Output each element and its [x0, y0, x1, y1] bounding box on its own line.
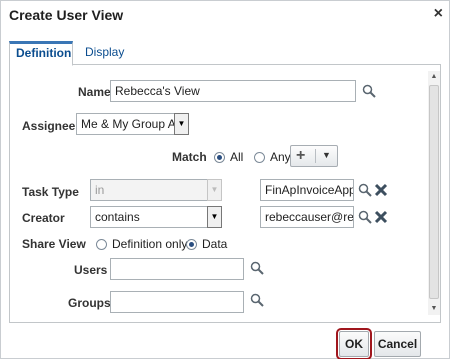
creator-operator-select[interactable]: contains: [90, 206, 218, 228]
definition-only-label: Definition only: [112, 237, 188, 251]
name-input[interactable]: Rebecca's View: [110, 80, 356, 102]
assignee-select[interactable]: Me & My Group All: [76, 113, 176, 135]
tab-definition[interactable]: Definition: [9, 41, 73, 66]
task-type-operator: in: [90, 179, 218, 201]
scroll-up-icon[interactable]: ▲: [428, 71, 440, 83]
chevron-down-icon[interactable]: ▼: [174, 113, 189, 135]
ok-button[interactable]: OK: [336, 328, 372, 359]
match-label: Match: [172, 150, 207, 164]
dialog-title: Create User View: [9, 7, 124, 23]
match-any-label: Any: [270, 150, 291, 164]
groups-label: Groups: [68, 296, 111, 310]
data-radio[interactable]: [186, 239, 197, 250]
search-icon[interactable]: [362, 84, 376, 98]
cancel-button[interactable]: Cancel: [374, 331, 421, 357]
share-view-label: Share View: [22, 237, 86, 251]
chevron-down-icon: ▼: [207, 179, 222, 201]
task-type-label: Task Type: [22, 185, 79, 199]
match-all-radio[interactable]: [214, 152, 225, 163]
search-icon[interactable]: [358, 183, 372, 197]
tab-bar: Definition Display: [9, 41, 441, 66]
creator-label: Creator: [22, 211, 65, 225]
data-label: Data: [202, 237, 228, 251]
close-icon[interactable]: ×: [434, 5, 443, 23]
add-icon: +: [296, 147, 306, 164]
chevron-down-icon: ▼: [322, 150, 331, 160]
tab-display[interactable]: Display: [79, 41, 130, 66]
users-label: Users: [74, 263, 108, 277]
scroll-thumb[interactable]: [429, 85, 439, 299]
chevron-down-icon[interactable]: ▼: [207, 206, 222, 228]
name-label: Name: [78, 85, 111, 99]
dialog-titlebar: Create User View ×: [1, 1, 449, 31]
add-condition-button[interactable]: + ▼: [290, 145, 338, 167]
search-icon[interactable]: [358, 210, 372, 224]
match-all-label: All: [230, 150, 244, 164]
groups-input[interactable]: [110, 291, 244, 313]
users-input[interactable]: [110, 258, 244, 280]
create-user-view-dialog: Create User View × Definition Display Na…: [0, 0, 450, 359]
search-icon[interactable]: [250, 261, 264, 275]
remove-icon[interactable]: [374, 210, 388, 224]
definition-panel: Name Rebecca's View Assignee Me & My Gro…: [9, 65, 441, 323]
creator-value-input[interactable]: rebeccauser@remingt: [260, 206, 354, 228]
definition-only-radio[interactable]: [96, 239, 107, 250]
remove-icon[interactable]: [374, 183, 388, 197]
vertical-scrollbar[interactable]: ▲ ▼: [428, 71, 440, 315]
scroll-down-icon[interactable]: ▼: [428, 303, 440, 315]
match-any-radio[interactable]: [254, 152, 265, 163]
assignee-label: Assignee: [22, 119, 76, 133]
search-icon[interactable]: [250, 293, 264, 307]
task-type-value-input[interactable]: FinApInvoiceApproval: [260, 179, 354, 201]
